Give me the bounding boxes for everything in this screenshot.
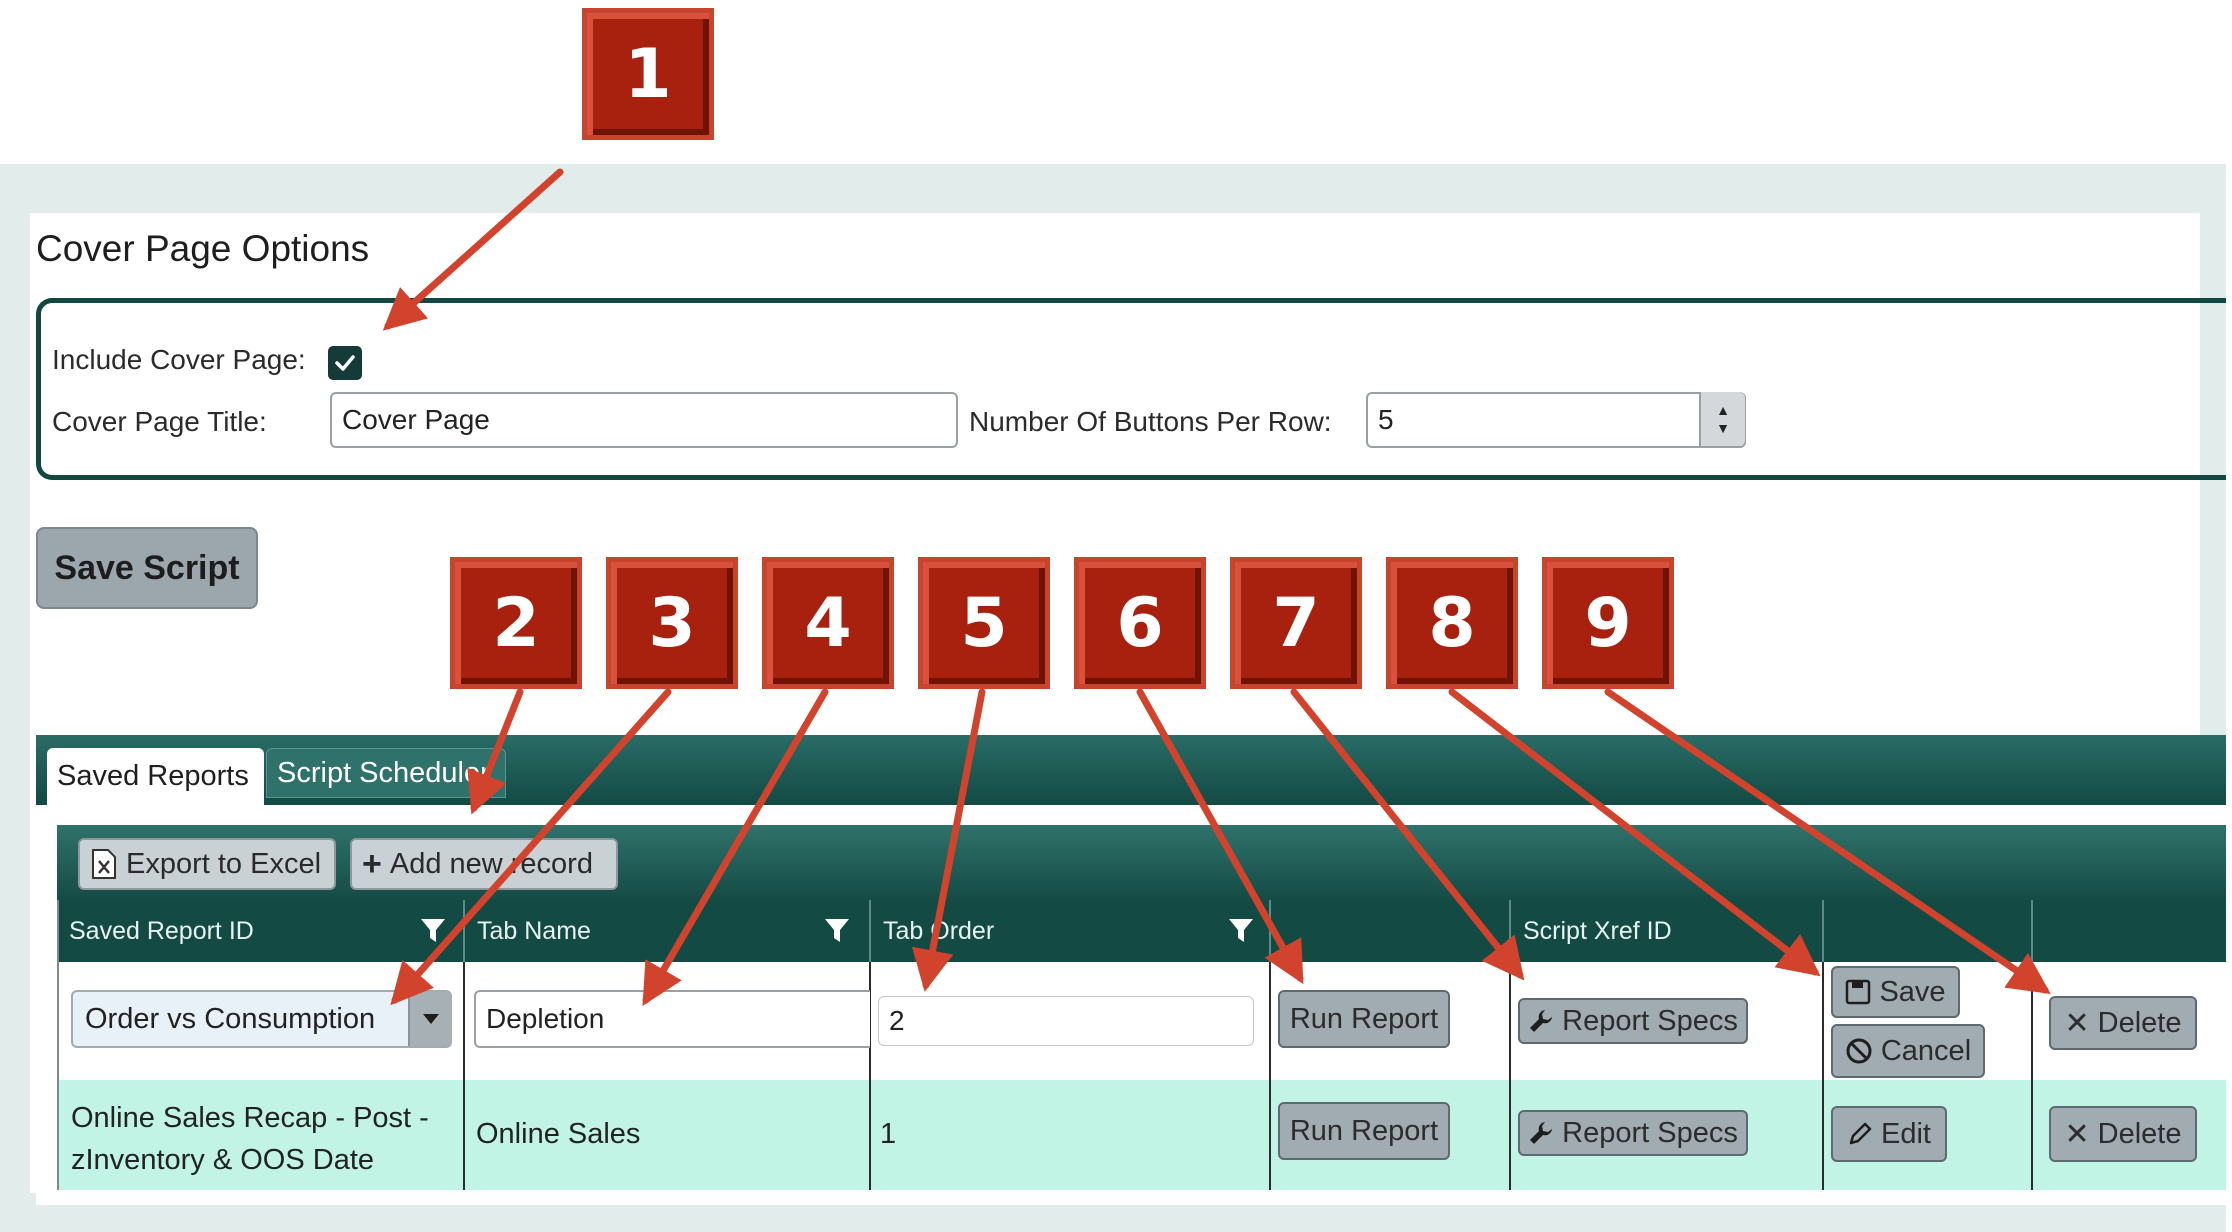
callout-badge: 2 — [450, 557, 582, 689]
callout-badge: 4 — [762, 557, 894, 689]
callout-badge: 9 — [1542, 557, 1674, 689]
callout-badge: 5 — [918, 557, 1050, 689]
callout-badge: 7 — [1230, 557, 1362, 689]
callout-badge: 8 — [1386, 557, 1518, 689]
callout-badge: 3 — [606, 557, 738, 689]
callout-badge: 6 — [1074, 557, 1206, 689]
callout-badge: 1 — [582, 8, 714, 140]
